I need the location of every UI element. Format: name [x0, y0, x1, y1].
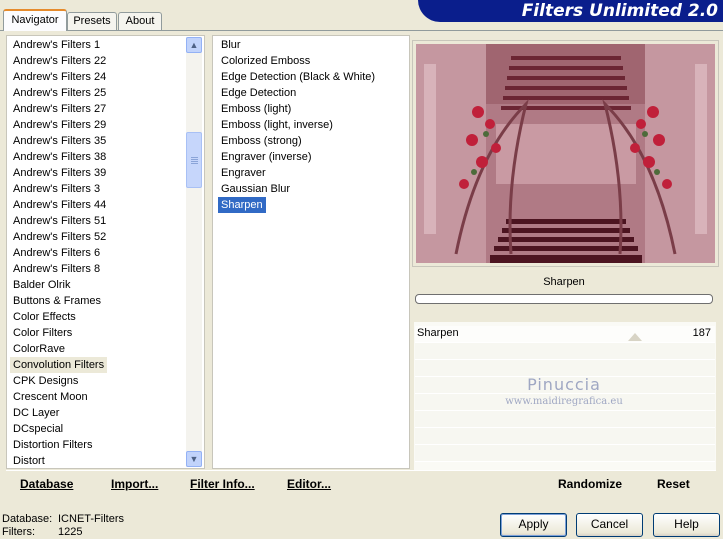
- import-button-label: Import...: [111, 477, 159, 491]
- filter-item[interactable]: Emboss (light, inverse): [218, 117, 336, 133]
- category-list[interactable]: Andrew's Filters 1 Andrew's Filters 22 And…: [10, 37, 109, 469]
- category-item[interactable]: Convolution Filters: [10, 357, 108, 373]
- status-filters-value: 1225: [58, 526, 83, 538]
- category-item[interactable]: Andrew's Filters 29: [10, 117, 109, 133]
- filter-item[interactable]: Colorized Emboss: [218, 53, 313, 69]
- filter-item[interactable]: Edge Detection (Black & White): [218, 69, 378, 85]
- category-item[interactable]: CPK Designs: [10, 373, 81, 389]
- category-item[interactable]: Andrew's Filters 27: [10, 101, 109, 117]
- category-item[interactable]: Andrew's Filters 3: [10, 181, 103, 197]
- cancel-button[interactable]: Cancel: [576, 513, 643, 537]
- tab-about[interactable]: About: [118, 12, 162, 30]
- category-item[interactable]: Andrew's Filters 35: [10, 133, 109, 149]
- category-item[interactable]: Andrew's Filters 6: [10, 245, 103, 261]
- preview-image: [416, 44, 715, 263]
- status-database-value: ICNET-Filters: [58, 513, 124, 525]
- reset-button[interactable]: Reset: [657, 471, 690, 497]
- param-value: 187: [692, 327, 711, 339]
- filter-item[interactable]: Blur: [218, 37, 244, 53]
- editor-button-label: Editor...: [287, 477, 332, 491]
- category-item[interactable]: DCspecial: [10, 421, 66, 437]
- status-filters-label: Filters:: [2, 526, 35, 538]
- randomize-button[interactable]: Randomize: [558, 471, 622, 497]
- tab-divider: [0, 30, 723, 31]
- filter-info-button-label: Filter Info...: [190, 477, 255, 491]
- scroll-up-icon[interactable]: ▲: [186, 37, 202, 53]
- category-item[interactable]: Andrew's Filters 22: [10, 53, 109, 69]
- filter-list[interactable]: Blur Colorized Emboss Edge Detection (Blac…: [218, 37, 378, 213]
- app-title: Filters Unlimited 2.0: [521, 1, 718, 21]
- filter-item[interactable]: Engraver (inverse): [218, 149, 314, 165]
- import-button[interactable]: Import...: [111, 471, 158, 497]
- param-row-empty: [415, 428, 715, 445]
- scrollbar-thumb[interactable]: [186, 132, 202, 188]
- category-item[interactable]: Andrew's Filters 38: [10, 149, 109, 165]
- database-button[interactable]: Database: [20, 471, 73, 497]
- title-banner: Filters Unlimited 2.0: [418, 0, 723, 22]
- category-item[interactable]: DC Layer: [10, 405, 62, 421]
- filter-item[interactable]: Emboss (strong): [218, 133, 305, 149]
- watermark-site: www.maidiregrafica.eu: [505, 396, 623, 407]
- category-item[interactable]: Crescent Moon: [10, 389, 91, 405]
- category-item[interactable]: Andrew's Filters 52: [10, 229, 109, 245]
- param-row-empty: [415, 445, 715, 462]
- filter-item[interactable]: Edge Detection: [218, 85, 299, 101]
- category-item[interactable]: Balder Olrik: [10, 277, 73, 293]
- category-item[interactable]: Distort: [10, 453, 48, 469]
- category-item[interactable]: Andrew's Filters 24: [10, 69, 109, 85]
- status-database-label: Database:: [2, 513, 53, 525]
- filter-info-button[interactable]: Filter Info...: [190, 471, 255, 497]
- category-item[interactable]: Color Filters: [10, 325, 75, 341]
- param-row-empty: [415, 343, 715, 360]
- tab-navigator[interactable]: Navigator: [3, 9, 67, 31]
- filter-item[interactable]: Sharpen: [218, 197, 266, 213]
- category-item[interactable]: Andrew's Filters 39: [10, 165, 109, 181]
- category-item[interactable]: ColorRave: [10, 341, 68, 357]
- category-item[interactable]: Andrew's Filters 44: [10, 197, 109, 213]
- category-item[interactable]: Andrew's Filters 25: [10, 85, 109, 101]
- category-item[interactable]: Andrew's Filters 51: [10, 213, 109, 229]
- filter-item[interactable]: Gaussian Blur: [218, 181, 293, 197]
- param-label: Sharpen: [417, 327, 459, 339]
- status-filters: Filters: 1225: [2, 526, 82, 539]
- category-item[interactable]: Buttons & Frames: [10, 293, 104, 309]
- apply-button[interactable]: Apply: [500, 513, 567, 537]
- filter-list-panel: Blur Colorized Emboss Edge Detection (Blac…: [212, 35, 410, 469]
- category-item[interactable]: Andrew's Filters 1: [10, 37, 103, 53]
- param-row-empty: [415, 411, 715, 428]
- progress-bar: [415, 294, 713, 304]
- category-item[interactable]: Distortion Filters: [10, 437, 95, 453]
- filter-name-label: Sharpen: [543, 276, 585, 288]
- filter-item[interactable]: Emboss (light): [218, 101, 294, 117]
- category-scrollbar[interactable]: ▲ ▼: [186, 37, 202, 467]
- filter-item[interactable]: Engraver: [218, 165, 269, 181]
- param-row[interactable]: Sharpen 187: [415, 326, 715, 343]
- category-item[interactable]: Color Effects: [10, 309, 79, 325]
- editor-button[interactable]: Editor...: [287, 471, 331, 497]
- category-item[interactable]: Andrew's Filters 8: [10, 261, 103, 277]
- slider-indicator-icon[interactable]: [628, 333, 642, 341]
- database-button-label: Database: [20, 477, 74, 491]
- status-database: Database: ICNET-Filters: [2, 513, 124, 526]
- help-button[interactable]: Help: [653, 513, 720, 537]
- tab-presets[interactable]: Presets: [67, 12, 117, 30]
- watermark-name: Pinuccia: [527, 375, 601, 394]
- category-list-panel: Andrew's Filters 1 Andrew's Filters 22 And…: [6, 35, 205, 469]
- scroll-down-icon[interactable]: ▼: [186, 451, 202, 467]
